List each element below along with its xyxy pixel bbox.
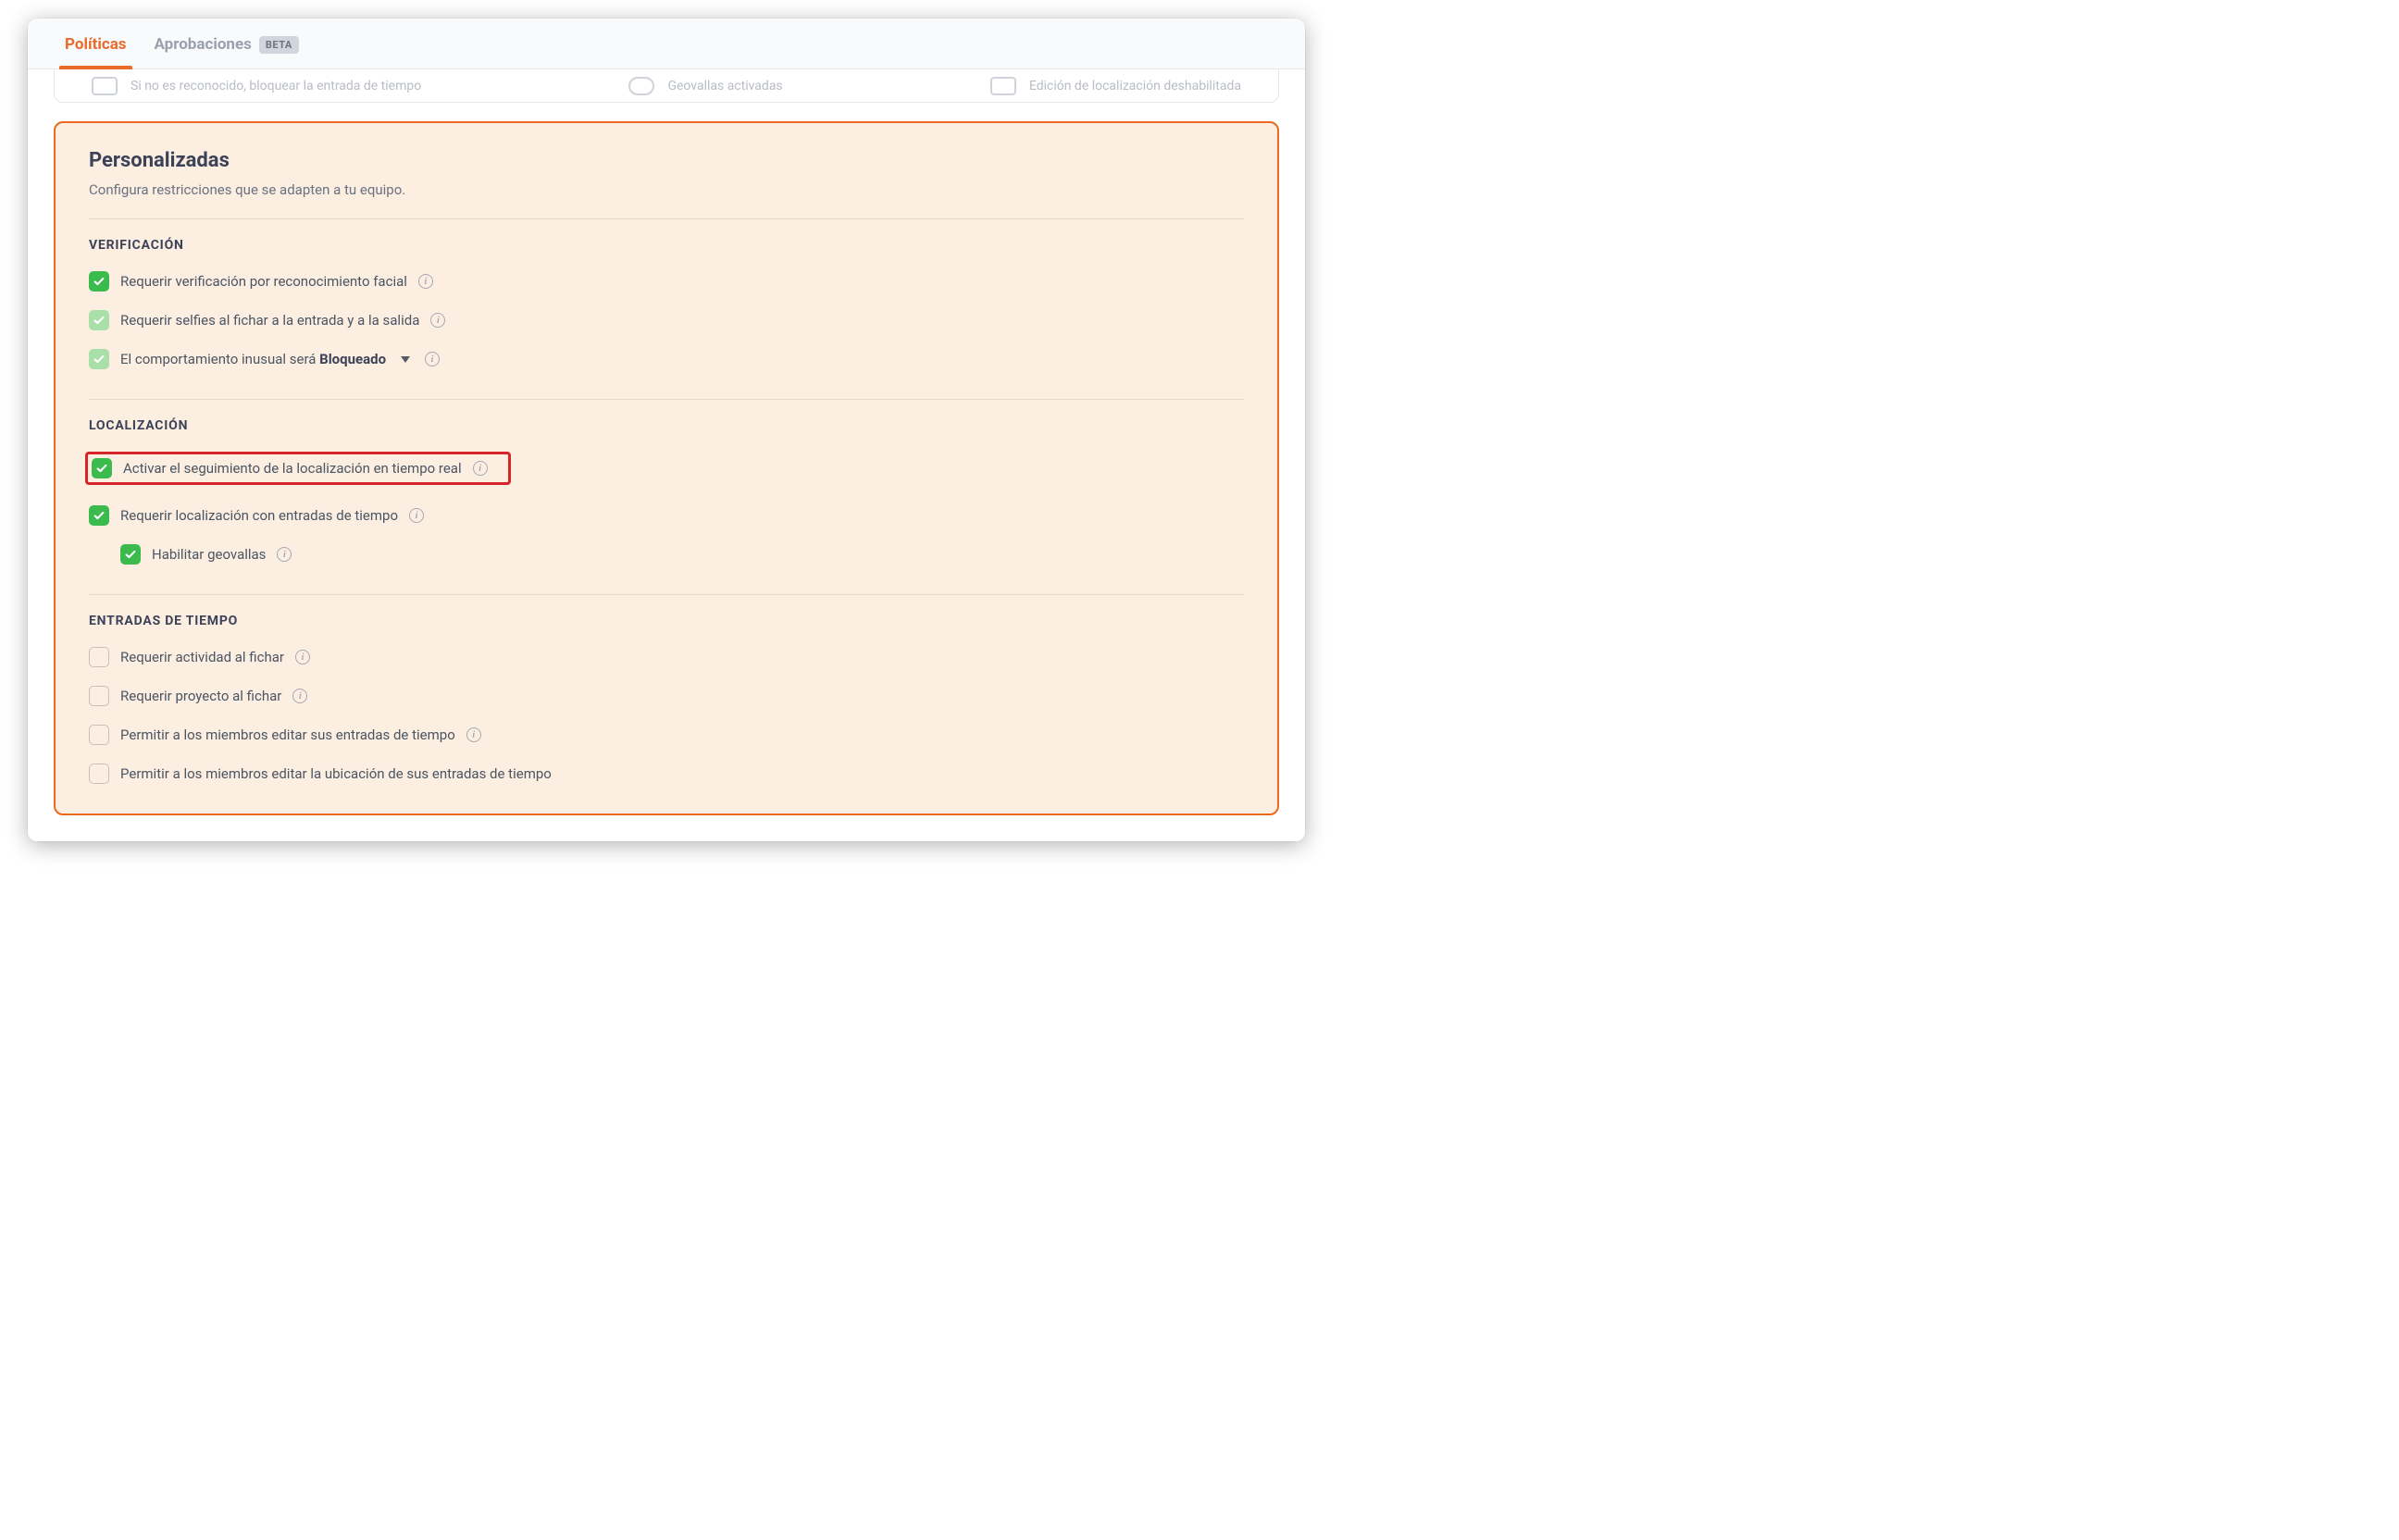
row-location-realtime: Activar el seguimiento de la localizació… <box>89 446 1244 491</box>
divider <box>89 218 1244 219</box>
row-time-activity: Requerir actividad al fichar i <box>89 641 1244 673</box>
app-frame: Políticas Aprobaciones BETA Si no es rec… <box>28 19 1305 841</box>
cutoff-text-b: Geovallas activadas <box>667 79 782 93</box>
panel-title: Personalizadas <box>89 149 1244 172</box>
checkbox-location-require[interactable] <box>89 505 109 526</box>
check-icon <box>124 548 137 561</box>
panel-subtitle: Configura restricciones que se adapten a… <box>89 181 1244 198</box>
beta-badge: BETA <box>259 36 299 54</box>
custom-policies-panel: Personalizadas Configura restricciones q… <box>54 121 1279 815</box>
cutoff-text-c: Edición de localización deshabilitada <box>1029 79 1241 93</box>
row-location-geofence: Habilitar geovallas i <box>89 539 1244 570</box>
checkbox-verify-facial[interactable] <box>89 271 109 292</box>
row-verify-selfies: Requerir selfies al fichar a la entrada … <box>89 304 1244 336</box>
content-area: Si no es reconocido, bloquear la entrada… <box>28 69 1305 841</box>
label-time-project: Requerir proyecto al fichar <box>120 688 281 704</box>
info-icon[interactable]: i <box>292 689 307 703</box>
info-icon[interactable]: i <box>425 352 440 366</box>
label-location-geofence: Habilitar geovallas <box>152 546 266 563</box>
label-time-edit-entries: Permitir a los miembros editar sus entra… <box>120 727 455 743</box>
label-verify-behavior-bold: Bloqueado <box>319 351 386 367</box>
tab-policies-label: Políticas <box>65 35 127 54</box>
label-verify-facial: Requerir verificación por reconocimiento… <box>120 273 407 290</box>
section-verification-head: VERIFICACIÓN <box>89 238 1244 253</box>
info-icon[interactable]: i <box>409 508 424 523</box>
label-time-edit-location: Permitir a los miembros editar la ubicac… <box>120 765 552 782</box>
checkbox-verify-selfies[interactable] <box>89 310 109 330</box>
info-icon[interactable]: i <box>295 650 310 664</box>
info-icon[interactable]: i <box>466 727 481 742</box>
checkbox-time-edit-location[interactable] <box>89 764 109 784</box>
checkbox-time-project[interactable] <box>89 686 109 706</box>
checkbox-verify-behavior[interactable] <box>89 349 109 369</box>
label-verify-selfies: Requerir selfies al fichar a la entrada … <box>120 312 419 329</box>
info-icon[interactable]: i <box>473 461 488 476</box>
tab-bar: Políticas Aprobaciones BETA <box>28 19 1305 69</box>
toggle-icon <box>990 77 1016 95</box>
tab-policies[interactable]: Políticas <box>65 35 127 68</box>
toggle-icon <box>628 77 654 95</box>
check-icon <box>93 353 106 366</box>
row-time-edit-location: Permitir a los miembros editar la ubicac… <box>89 758 1244 789</box>
info-icon[interactable]: i <box>277 547 292 562</box>
label-time-activity: Requerir actividad al fichar <box>120 649 284 665</box>
checkbox-time-edit-entries[interactable] <box>89 725 109 745</box>
divider <box>89 594 1244 595</box>
tab-approvals-label: Aprobaciones <box>155 35 252 54</box>
checkbox-location-realtime[interactable] <box>92 458 112 478</box>
check-icon <box>93 314 106 327</box>
label-verify-behavior-pre: El comportamiento inusual será <box>120 351 319 367</box>
info-icon[interactable]: i <box>418 274 433 289</box>
row-time-project: Requerir proyecto al fichar i <box>89 680 1244 712</box>
row-time-edit-entries: Permitir a los miembros editar sus entra… <box>89 719 1244 751</box>
section-time-head: ENTRADAS DE TIEMPO <box>89 614 1244 628</box>
label-location-realtime: Activar el seguimiento de la localizació… <box>123 460 462 477</box>
tab-approvals[interactable]: Aprobaciones BETA <box>155 35 299 68</box>
info-icon[interactable]: i <box>430 313 445 328</box>
highlight-box: Activar el seguimiento de la localizació… <box>85 452 511 485</box>
check-icon <box>93 275 106 288</box>
row-verify-behavior: El comportamiento inusual será Bloqueado… <box>89 343 1244 375</box>
chevron-down-icon[interactable] <box>401 356 410 363</box>
previous-card-cutoff: Si no es reconocido, bloquear la entrada… <box>54 69 1279 103</box>
row-location-require: Requerir localización con entradas de ti… <box>89 500 1244 531</box>
divider <box>89 399 1244 400</box>
toggle-icon <box>92 77 118 95</box>
check-icon <box>93 509 106 522</box>
cutoff-text-a: Si no es reconocido, bloquear la entrada… <box>131 79 421 93</box>
section-location-head: LOCALIZACIÓN <box>89 418 1244 433</box>
checkbox-time-activity[interactable] <box>89 647 109 667</box>
row-verify-facial: Requerir verificación por reconocimiento… <box>89 266 1244 297</box>
checkbox-location-geofence[interactable] <box>120 544 141 565</box>
check-icon <box>95 462 108 475</box>
label-verify-behavior: El comportamiento inusual será Bloqueado <box>120 351 386 367</box>
label-location-require: Requerir localización con entradas de ti… <box>120 507 398 524</box>
